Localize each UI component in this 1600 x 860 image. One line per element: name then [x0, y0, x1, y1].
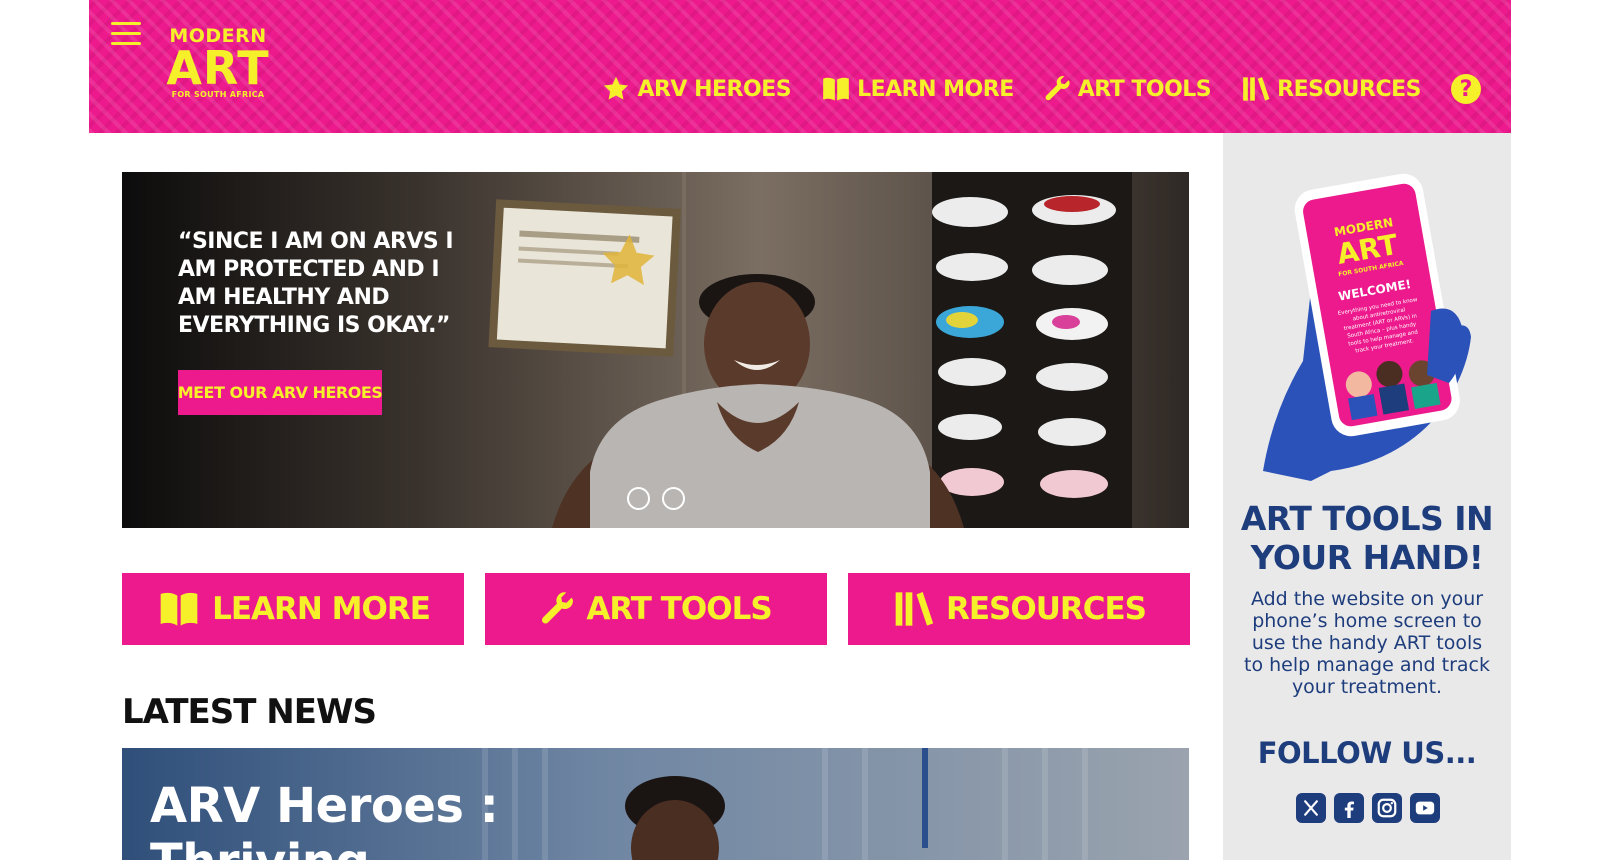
nav-item-art-tools[interactable]: ART TOOLS [1044, 75, 1212, 103]
sidebar-title: ART TOOLS IN YOUR HAND! [1240, 499, 1494, 577]
nav-label: ART TOOLS [1077, 76, 1212, 102]
follow-us-heading: FOLLOW US... [1257, 736, 1477, 770]
action-label: RESOURCES [945, 591, 1147, 627]
meet-arv-heroes-button[interactable]: MEET OUR ARV HEROES [178, 370, 383, 415]
page: MODERN ART FOR SOUTH AFRICA ARV HEROES L… [89, 0, 1511, 860]
library-icon [895, 592, 934, 626]
nav-item-resources[interactable]: RESOURCES [1241, 75, 1421, 103]
site-header: MODERN ART FOR SOUTH AFRICA ARV HEROES L… [89, 0, 1511, 133]
library-icon [1243, 77, 1270, 101]
art-tools-button[interactable]: ART TOOLS [485, 573, 827, 645]
nav-label: ARV HEROES [637, 76, 792, 102]
sidebar-text: Add the website on your phone’s home scr… [1244, 588, 1490, 698]
hero-photo [122, 172, 1189, 528]
nav-item-learn-more[interactable]: LEARN MORE [821, 75, 1014, 103]
book-icon [823, 77, 849, 101]
instagram-icon[interactable] [1372, 793, 1402, 823]
help-icon[interactable]: ? [1451, 74, 1481, 104]
nav-label: RESOURCES [1277, 76, 1421, 102]
hero-carousel: “SINCE I AM ON ARVS I AM PROTECTED AND I… [122, 172, 1189, 528]
menu-icon[interactable] [111, 20, 141, 48]
book-icon [160, 592, 198, 626]
action-label: ART TOOLS [586, 591, 772, 627]
wrench-icon [1045, 76, 1070, 101]
youtube-icon[interactable] [1410, 793, 1440, 823]
logo-main-text: ART [166, 41, 270, 95]
carousel-dot-2[interactable] [662, 487, 685, 510]
latest-news-heading: LATEST NEWS [122, 692, 377, 732]
logo-sub-text: FOR SOUTH AFRICA [171, 90, 265, 99]
learn-more-button[interactable]: LEARN MORE [122, 573, 464, 645]
star-icon [604, 76, 629, 100]
hero-quote: “SINCE I AM ON ARVS I AM PROTECTED AND I… [178, 229, 454, 338]
news-card-title: ARV Heroes : Thriving [150, 778, 499, 860]
social-links [1296, 793, 1440, 823]
news-card[interactable]: ARV Heroes : Thriving [122, 748, 1189, 860]
sidebar: MODERN ART FOR SOUTH AFRICA WELCOME! Eve… [1223, 133, 1511, 860]
wrench-icon [542, 592, 574, 624]
facebook-icon[interactable] [1334, 793, 1364, 823]
carousel-dots [627, 487, 685, 510]
site-logo[interactable]: MODERN ART FOR SOUTH AFRICA [165, 26, 271, 106]
nav-item-arv-heroes[interactable]: ARV HEROES [601, 75, 792, 103]
nav-label: LEARN MORE [857, 76, 1014, 102]
main-nav: ARV HEROES LEARN MORE ART TOOLS RESOURCE… [601, 74, 1481, 104]
action-label: LEARN MORE [212, 591, 431, 627]
x-icon[interactable] [1296, 793, 1326, 823]
resources-button[interactable]: RESOURCES [848, 573, 1190, 645]
phone-in-hand-illustration: MODERN ART FOR SOUTH AFRICA WELCOME! Eve… [1263, 173, 1471, 481]
carousel-dot-1[interactable] [627, 487, 650, 510]
